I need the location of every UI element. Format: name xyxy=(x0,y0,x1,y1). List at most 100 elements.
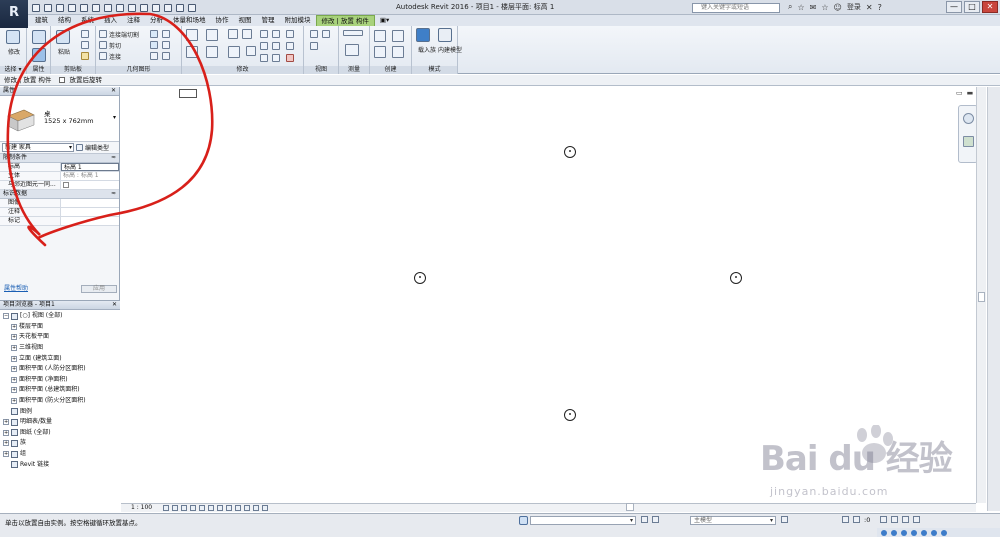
reveal-hidden-icon[interactable] xyxy=(235,505,241,511)
linework-icon[interactable] xyxy=(310,42,318,50)
panel-select-label[interactable]: 选择 ▾ xyxy=(0,66,26,74)
close-button[interactable]: ✕ xyxy=(982,1,998,13)
tab-modify-place-component[interactable]: 修改 | 放置 构件 xyxy=(315,15,375,26)
vertical-scrollbar[interactable] xyxy=(976,87,986,503)
select-underlay-icon[interactable] xyxy=(853,516,860,523)
tab-analyze[interactable]: 分析 xyxy=(145,15,168,26)
3d-view-icon[interactable] xyxy=(128,3,136,12)
offset-icon[interactable] xyxy=(206,29,218,41)
close-hidden-icon[interactable] xyxy=(164,3,172,12)
cut-geometry-label[interactable]: 剪切 xyxy=(109,41,121,50)
temp-view-props-icon[interactable] xyxy=(244,505,250,511)
tab-minimize-ribbon[interactable]: ▣▾ xyxy=(375,15,394,26)
trim-extend-icon[interactable] xyxy=(246,46,256,56)
align-icon[interactable] xyxy=(186,29,198,41)
browser-tree-item[interactable]: + 组 xyxy=(3,449,120,460)
expand-icon[interactable]: + xyxy=(11,334,17,341)
expand-icon[interactable]: + xyxy=(11,355,17,362)
show-render-icon[interactable] xyxy=(199,505,205,511)
tab-massing-site[interactable]: 体量和场地 xyxy=(168,15,211,26)
edit-type-button[interactable]: 编辑类型 xyxy=(76,143,109,152)
design-option-combo[interactable]: 主模型 xyxy=(690,516,776,525)
modify-arrow-icon[interactable] xyxy=(6,30,20,44)
sun-path-icon[interactable] xyxy=(181,505,187,511)
array-icon[interactable] xyxy=(260,42,268,50)
expand-icon[interactable]: + xyxy=(3,429,9,436)
application-menu-button[interactable]: R xyxy=(0,0,28,28)
move-icon[interactable] xyxy=(186,46,198,58)
show-crop-icon[interactable] xyxy=(217,505,223,511)
match-type-icon[interactable] xyxy=(81,52,89,60)
filter-icon[interactable] xyxy=(913,516,920,523)
browser-tree-item[interactable]: + 面积平面 (净面积) xyxy=(3,375,120,386)
qat-dropdown-icon[interactable] xyxy=(188,3,196,12)
create-similar-icon[interactable] xyxy=(392,46,404,58)
browser-tree-item[interactable]: + 图纸 (全部) xyxy=(3,428,120,439)
browser-tree-item[interactable]: + 三维视图 xyxy=(3,343,120,354)
expand-icon[interactable]: + xyxy=(3,451,9,458)
inplace-model-icon[interactable] xyxy=(438,28,452,42)
tray-icon-1[interactable] xyxy=(881,529,887,536)
type-selector[interactable]: 桌 1525 x 762mm ▾ xyxy=(0,96,119,142)
analytical-model-icon[interactable] xyxy=(262,505,268,511)
binoculars-icon[interactable]: ⌕ xyxy=(788,2,792,12)
paste-icon[interactable] xyxy=(56,30,70,44)
expand-icon[interactable]: + xyxy=(11,398,17,405)
detail-level-icon[interactable] xyxy=(163,505,169,511)
copy-icon[interactable] xyxy=(81,41,89,49)
elevation-marker-west[interactable] xyxy=(414,272,426,284)
override-graphics-icon[interactable] xyxy=(322,30,330,38)
tab-structure[interactable]: 结构 xyxy=(53,15,76,26)
text-icon[interactable] xyxy=(116,3,124,12)
instance-filter-select[interactable]: 新建 家具 xyxy=(2,143,74,152)
join-geometry-icon[interactable] xyxy=(99,52,107,60)
view-scale[interactable]: 1 : 100 xyxy=(131,504,152,512)
restore-view-icon[interactable]: ▭ xyxy=(956,89,963,97)
tray-icon-7[interactable] xyxy=(941,529,947,536)
minimize-button[interactable]: — xyxy=(946,1,962,13)
tab-collaborate[interactable]: 协作 xyxy=(211,15,234,26)
collapse-icon[interactable]: ≈ xyxy=(111,154,116,162)
expand-icon[interactable]: + xyxy=(3,440,9,447)
tab-systems[interactable]: 系统 xyxy=(76,15,99,26)
mark-field[interactable] xyxy=(61,217,119,225)
editing-requests-icon[interactable] xyxy=(641,516,648,523)
scale-icon[interactable] xyxy=(272,42,280,50)
collapse-icon[interactable]: ≈ xyxy=(111,190,116,198)
user-icon[interactable]: ☺ xyxy=(834,3,842,12)
horizontal-scroll-thumb[interactable] xyxy=(626,503,634,511)
expand-icon[interactable]: + xyxy=(11,387,17,394)
copy-element-icon[interactable] xyxy=(206,46,218,58)
elevation-marker-south[interactable] xyxy=(564,409,576,421)
expand-icon[interactable]: + xyxy=(11,345,17,352)
worksets-icon[interactable] xyxy=(519,516,528,525)
save-icon[interactable] xyxy=(44,3,52,12)
aligned-dimension-icon[interactable] xyxy=(345,44,359,56)
redo-icon[interactable] xyxy=(80,3,88,12)
temp-hide-icon[interactable] xyxy=(226,505,232,511)
collapse-icon[interactable]: − xyxy=(3,313,9,320)
browser-tree-item[interactable]: + 天花板平面 xyxy=(3,332,120,343)
remove-paint-icon[interactable] xyxy=(162,41,170,49)
communication-icon[interactable]: ✉ xyxy=(810,3,817,12)
trim-multiple-icon[interactable] xyxy=(272,54,280,62)
measure-distance-icon[interactable] xyxy=(343,30,363,36)
split-gap-icon[interactable] xyxy=(272,30,280,38)
expand-icon[interactable]: + xyxy=(11,376,17,383)
demolish-icon[interactable] xyxy=(150,52,158,60)
scroll-thumb[interactable] xyxy=(978,292,985,302)
tab-annotate[interactable]: 注释 xyxy=(122,15,145,26)
browser-tree-item[interactable]: Revit 链接 xyxy=(3,459,120,470)
split-face-icon[interactable] xyxy=(162,30,170,38)
trim-single-icon[interactable] xyxy=(260,54,268,62)
join-geometry-label[interactable]: 连接 xyxy=(109,52,121,61)
open-icon[interactable] xyxy=(32,3,40,12)
tray-icon-3[interactable] xyxy=(901,529,907,536)
browser-tree-item[interactable]: + 面积平面 (人防分区面积) xyxy=(3,364,120,375)
select-links-icon[interactable] xyxy=(842,516,849,523)
properties-icon[interactable] xyxy=(32,30,46,44)
browser-tree-item[interactable]: + 明细表/数量 xyxy=(3,417,120,428)
exclude-options-icon[interactable] xyxy=(781,516,788,523)
tray-icon-2[interactable] xyxy=(891,529,897,536)
create-parts-icon[interactable] xyxy=(392,30,404,42)
